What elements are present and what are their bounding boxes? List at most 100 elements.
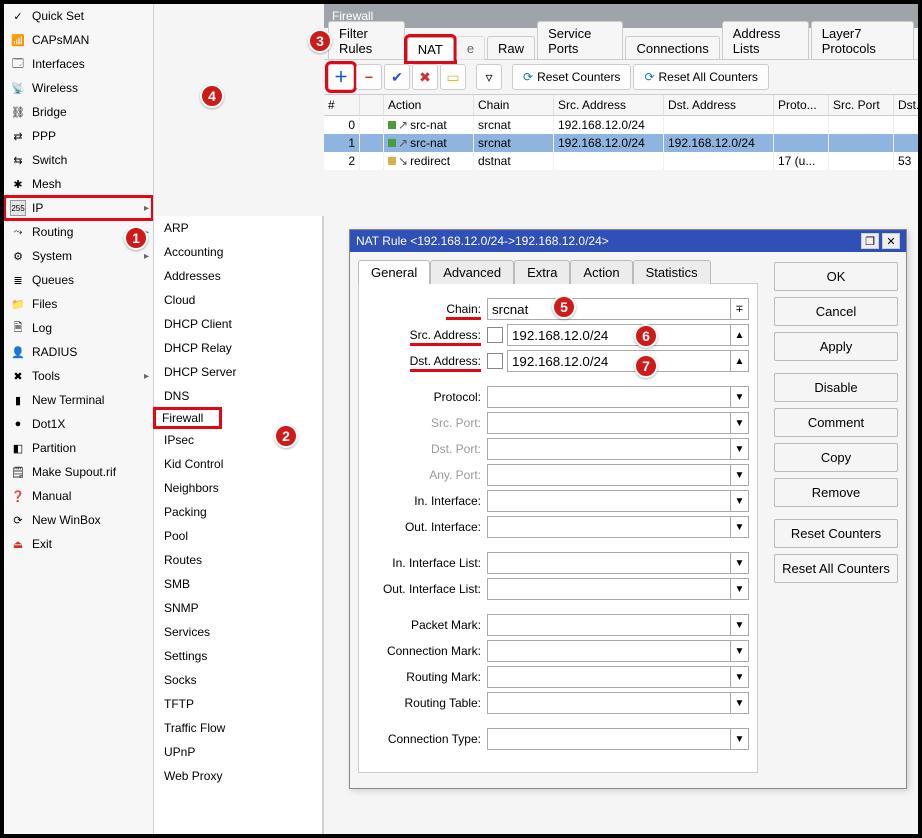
packet-mark-input[interactable] (487, 614, 731, 636)
dst-negate-checkbox[interactable] (487, 353, 503, 369)
tab-action[interactable]: Action (570, 260, 632, 284)
tab-mangle-cut[interactable]: e (456, 36, 485, 60)
filter-button[interactable]: ▿ (476, 64, 502, 90)
comment-button[interactable]: Comment (774, 408, 898, 437)
tab-address-lists[interactable]: Address Lists (722, 21, 809, 60)
col-dport[interactable]: Dst. Port (894, 95, 922, 116)
reset-all-counters-button[interactable]: Reset All Counters (774, 554, 898, 583)
submenu-item-kid-control[interactable]: Kid Control (154, 452, 323, 476)
table-row[interactable]: 0 ↗src-nat srcnat 192.168.12.0/24 (324, 116, 918, 134)
sidebar-item-new-terminal[interactable]: ▮New Terminal (4, 388, 153, 412)
tab-general[interactable]: General (358, 260, 430, 284)
col-num[interactable]: # (324, 95, 360, 116)
out-interface-input[interactable] (487, 516, 731, 538)
sidebar-item-interfaces[interactable]: 🗔Interfaces (4, 52, 153, 76)
remove-button[interactable]: − (356, 64, 382, 90)
tab-filter-rules[interactable]: Filter Rules (328, 21, 405, 60)
tab-extra[interactable]: Extra (514, 260, 570, 284)
dst-collapse[interactable]: ▲ (731, 350, 749, 372)
sidebar-item-wireless[interactable]: 📡Wireless (4, 76, 153, 100)
tab-service-ports[interactable]: Service Ports (537, 21, 623, 60)
submenu-item-arp[interactable]: ARP (154, 216, 323, 240)
connection-mark-expand[interactable]: ▼ (731, 640, 749, 662)
submenu-item-packing[interactable]: Packing (154, 500, 323, 524)
reset-counters-button[interactable]: Reset Counters (774, 519, 898, 548)
dialog-title-bar[interactable]: NAT Rule <192.168.12.0/24->192.168.12.0/… (350, 230, 906, 252)
col-proto[interactable]: Proto... (774, 95, 829, 116)
protocol-expand[interactable]: ▼ (731, 386, 749, 408)
remove-button[interactable]: Remove (774, 478, 898, 507)
connection-type-input[interactable] (487, 728, 731, 750)
submenu-item-smb[interactable]: SMB (154, 572, 323, 596)
out-interface-expand[interactable]: ▼ (731, 516, 749, 538)
tab-connections[interactable]: Connections (625, 36, 719, 60)
sidebar-item-tools[interactable]: ✖Tools▸ (4, 364, 153, 388)
any-port-expand[interactable]: ▼ (731, 464, 749, 486)
in-interface-expand[interactable]: ▼ (731, 490, 749, 512)
table-row[interactable]: 1 ↗src-nat srcnat 192.168.12.0/24 192.16… (324, 134, 918, 152)
sidebar-item-exit[interactable]: ⏏Exit (4, 532, 153, 556)
sidebar-item-ip[interactable]: 255IP▸ (4, 196, 153, 220)
submenu-item-dhcp-relay[interactable]: DHCP Relay (154, 336, 323, 360)
sidebar-item-files[interactable]: 📁Files (4, 292, 153, 316)
table-row[interactable]: 2 ↘redirect dstnat 17 (u... 53 (324, 152, 918, 170)
submenu-item-tftp[interactable]: TFTP (154, 692, 323, 716)
copy-button[interactable]: Copy (774, 443, 898, 472)
submenu-item-cloud[interactable]: Cloud (154, 288, 323, 312)
col-action[interactable]: Action (384, 95, 474, 116)
src-negate-checkbox[interactable] (487, 327, 503, 343)
sidebar-item-queues[interactable]: ≣Queues (4, 268, 153, 292)
out-iface-list-expand[interactable]: ▼ (731, 578, 749, 600)
submenu-item-web-proxy[interactable]: Web Proxy (154, 764, 323, 788)
sidebar-item-log[interactable]: 🗎Log (4, 316, 153, 340)
disable-button[interactable]: ✖ (412, 64, 438, 90)
col-dst[interactable]: Dst. Address (664, 95, 774, 116)
protocol-input[interactable] (487, 386, 731, 408)
packet-mark-expand[interactable]: ▼ (731, 614, 749, 636)
connection-mark-input[interactable] (487, 640, 731, 662)
submenu-item-traffic-flow[interactable]: Traffic Flow (154, 716, 323, 740)
sidebar-item-radius[interactable]: 👤RADIUS (4, 340, 153, 364)
col-flag[interactable] (360, 95, 384, 116)
sidebar-item-quickset[interactable]: ✓Quick Set (4, 4, 153, 28)
routing-mark-input[interactable] (487, 666, 731, 688)
reset-counters-button[interactable]: ⟳Reset Counters (512, 64, 631, 90)
sidebar-item-switch[interactable]: ⇆Switch (4, 148, 153, 172)
sidebar-item-ppp[interactable]: ⇄PPP (4, 124, 153, 148)
chain-input[interactable] (487, 298, 731, 320)
submenu-item-ipsec[interactable]: IPsec (154, 428, 323, 452)
routing-table-expand[interactable]: ▼ (731, 692, 749, 714)
col-chain[interactable]: Chain (474, 95, 554, 116)
submenu-item-dns[interactable]: DNS (154, 384, 323, 408)
tab-raw[interactable]: Raw (487, 36, 535, 60)
submenu-item-socks[interactable]: Socks (154, 668, 323, 692)
sidebar-item-new-winbox[interactable]: ⟳New WinBox (4, 508, 153, 532)
col-src[interactable]: Src. Address (554, 95, 664, 116)
tab-layer7[interactable]: Layer7 Protocols (811, 21, 914, 60)
in-iface-list-expand[interactable]: ▼ (731, 552, 749, 574)
routing-mark-expand[interactable]: ▼ (731, 666, 749, 688)
in-iface-list-input[interactable] (487, 552, 731, 574)
submenu-item-snmp[interactable]: SNMP (154, 596, 323, 620)
tab-statistics[interactable]: Statistics (633, 260, 711, 284)
submenu-item-settings[interactable]: Settings (154, 644, 323, 668)
sidebar-item-mesh[interactable]: ✱Mesh (4, 172, 153, 196)
submenu-item-firewall[interactable]: Firewall (154, 408, 323, 428)
close-button[interactable]: ✕ (882, 233, 900, 249)
tab-nat[interactable]: NAT (407, 37, 454, 61)
sidebar-item-manual[interactable]: ❓Manual (4, 484, 153, 508)
sidebar-item-partition[interactable]: ◧Partition (4, 436, 153, 460)
submenu-item-addresses[interactable]: Addresses (154, 264, 323, 288)
tab-advanced[interactable]: Advanced (430, 260, 514, 284)
add-button[interactable]: ＋ (328, 64, 354, 90)
submenu-item-dhcp-client[interactable]: DHCP Client (154, 312, 323, 336)
routing-table-input[interactable] (487, 692, 731, 714)
apply-button[interactable]: Apply (774, 332, 898, 361)
sidebar-item-dot1x[interactable]: ●Dot1X (4, 412, 153, 436)
chain-dropdown[interactable]: ∓ (731, 298, 749, 320)
out-iface-list-input[interactable] (487, 578, 731, 600)
submenu-item-dhcp-server[interactable]: DHCP Server (154, 360, 323, 384)
submenu-item-pool[interactable]: Pool (154, 524, 323, 548)
ok-button[interactable]: OK (774, 262, 898, 291)
enable-button[interactable]: ✔ (384, 64, 410, 90)
